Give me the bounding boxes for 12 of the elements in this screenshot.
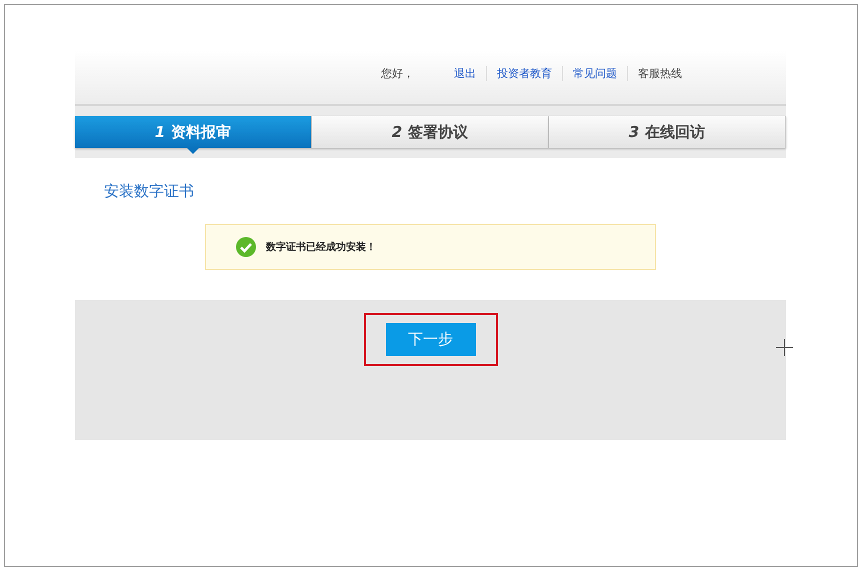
greeting-text: 您好，: [381, 66, 414, 80]
success-message: 数字证书已经成功安装！: [266, 240, 376, 254]
header-link[interactable]: 投资者教育: [487, 66, 563, 80]
step-tab[interactable]: 3 在线回访: [549, 116, 786, 148]
section-title: 安装数字证书: [103, 181, 195, 202]
hotline-label: 客服热线: [637, 66, 682, 80]
header-link[interactable]: 退出: [444, 66, 487, 80]
crosshair-icon: [776, 339, 793, 356]
step-tab[interactable]: 2 签署协议: [312, 116, 549, 148]
header-link[interactable]: 常见问题: [563, 66, 628, 80]
check-icon: [236, 237, 256, 257]
pointer-icon: [187, 148, 199, 154]
